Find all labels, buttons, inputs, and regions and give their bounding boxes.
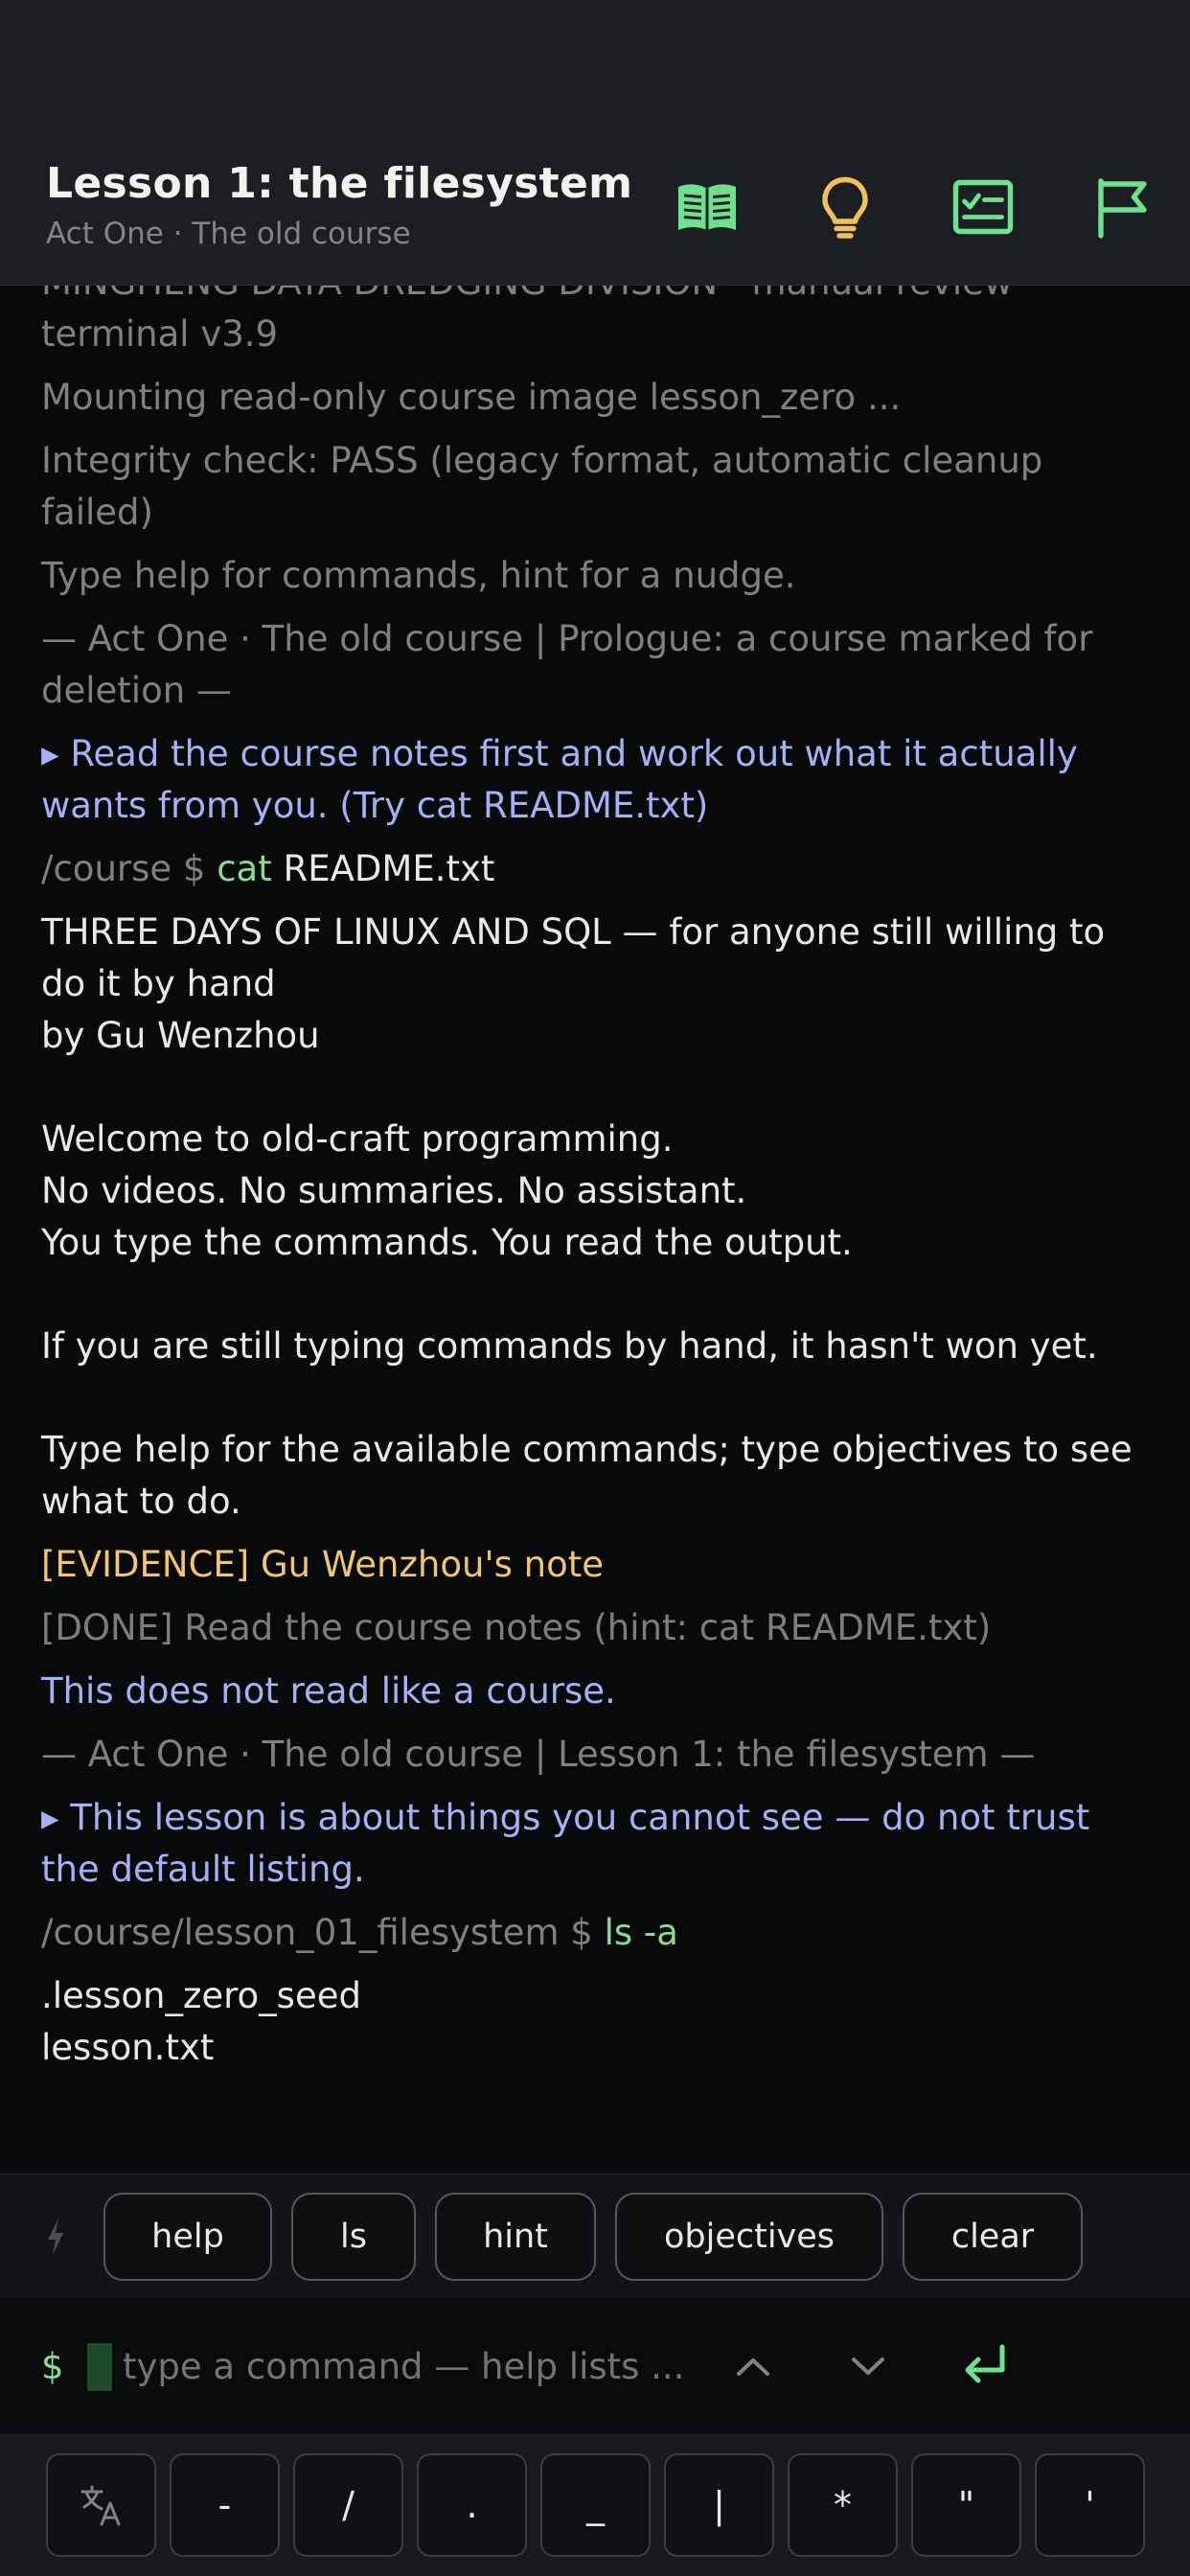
symbol-keys-bar: - / . _ | * " ': [0, 2434, 1190, 2576]
input-prompt-symbol: $: [41, 2345, 64, 2387]
lesson-header: Lesson 1: the filesystem Act One · The o…: [0, 0, 1190, 286]
text-cursor: [87, 2343, 112, 2391]
key-single-quote[interactable]: ': [1035, 2453, 1145, 2557]
key-slash[interactable]: /: [293, 2453, 403, 2557]
help-hint-line: Type help for commands, hint for a nudge…: [41, 555, 796, 596]
lesson-divider: — Act One · The old course | Lesson 1: t…: [41, 1734, 1036, 1775]
ls-output-item: lesson.txt: [41, 2027, 215, 2068]
mounting-line: Mounting read-only course image lesson_z…: [41, 377, 902, 418]
command-input-bar: $: [0, 2298, 1190, 2434]
prompt-command: cat: [217, 848, 272, 889]
key-underscore[interactable]: _: [540, 2453, 651, 2557]
prologue-divider: — Act One · The old course | Prologue: a…: [41, 618, 1105, 711]
integrity-line: Integrity check: PASS (legacy format, au…: [41, 440, 1055, 533]
prompt-line-1: /course $ cat README.txt: [41, 843, 1149, 895]
banner-line: MINGHENG DATA DREDGING DIVISION · manual…: [41, 286, 1013, 355]
prologue-task: ▸ Read the course notes first and work o…: [41, 733, 1089, 826]
hint-button[interactable]: [807, 169, 883, 245]
history-up-button[interactable]: [720, 2333, 787, 2400]
quick-command-clear[interactable]: clear: [903, 2192, 1083, 2281]
quick-command-ls[interactable]: ls: [291, 2192, 416, 2281]
key-asterisk[interactable]: *: [788, 2453, 898, 2557]
readme-still-typing: If you are still typing commands by hand…: [41, 1325, 1098, 1367]
lightning-icon: [44, 2216, 71, 2258]
quick-command-help[interactable]: help: [103, 2192, 272, 2281]
prompt-argument: README.txt: [271, 848, 495, 889]
report-flag-button[interactable]: [1083, 169, 1159, 245]
quick-command-hint[interactable]: hint: [435, 2192, 596, 2281]
terminal-output[interactable]: MINGHENG DATA DREDGING DIVISION · manual…: [0, 286, 1190, 2174]
submit-command-button[interactable]: [951, 2333, 1018, 2400]
readme-you-type: You type the commands. You read the outp…: [41, 1222, 853, 1263]
lesson-title: Lesson 1: the filesystem: [46, 159, 633, 208]
command-input[interactable]: [123, 2336, 698, 2396]
language-toggle-key[interactable]: [46, 2453, 156, 2557]
evidence-line: [EVIDENCE] Gu Wenzhou's note: [41, 1544, 605, 1585]
readme-welcome: Welcome to old-craft programming.: [41, 1118, 674, 1160]
prompt-command: ls -a: [604, 1912, 678, 1953]
enter-icon: [965, 2344, 1005, 2383]
key-double-quote[interactable]: ": [911, 2453, 1021, 2557]
course-notes-button[interactable]: [669, 169, 745, 245]
chevron-down-icon: [852, 2358, 884, 2375]
readme-type-help: Type help for the available commands; ty…: [41, 1429, 1144, 1522]
quick-command-objectives[interactable]: objectives: [615, 2192, 883, 2281]
chevron-up-icon: [737, 2358, 769, 2376]
lesson-subtitle: Act One · The old course: [46, 217, 411, 251]
done-line: [DONE] Read the course notes (hint: cat …: [41, 1607, 992, 1648]
readme-title: THREE DAYS OF LINUX AND SQL — for anyone…: [41, 911, 1116, 1004]
terminal-app: MINGHENG DATA DREDGING DIVISION · manual…: [0, 0, 1190, 2576]
prompt-path: /course $: [41, 848, 217, 889]
prompt-line-2: /course/lesson_01_filesystem $ ls -a: [41, 1907, 1149, 1959]
lesson-task: ▸ This lesson is about things you cannot…: [41, 1797, 1102, 1890]
lightbulb-icon: [822, 176, 868, 239]
quick-commands-bar: help ls hint objectives clear: [0, 2174, 1190, 2298]
prompt-path: /course/lesson_01_filesystem $: [41, 1912, 605, 1953]
flag-icon: [1098, 178, 1147, 239]
key-pipe[interactable]: |: [664, 2453, 774, 2557]
history-down-button[interactable]: [835, 2333, 902, 2400]
key-dash[interactable]: -: [170, 2453, 280, 2557]
ls-output-item: .lesson_zero_seed: [41, 1975, 361, 2016]
readme-no-videos: No videos. No summaries. No assistant.: [41, 1170, 747, 1211]
objectives-button[interactable]: [945, 169, 1021, 245]
translate-icon: [80, 2485, 120, 2526]
book-icon: [678, 184, 736, 230]
checklist-icon: [952, 179, 1014, 235]
readme-author: by Gu Wenzhou: [41, 1015, 320, 1056]
aside-line: This does not read like a course.: [41, 1670, 616, 1712]
key-dot[interactable]: .: [417, 2453, 527, 2557]
